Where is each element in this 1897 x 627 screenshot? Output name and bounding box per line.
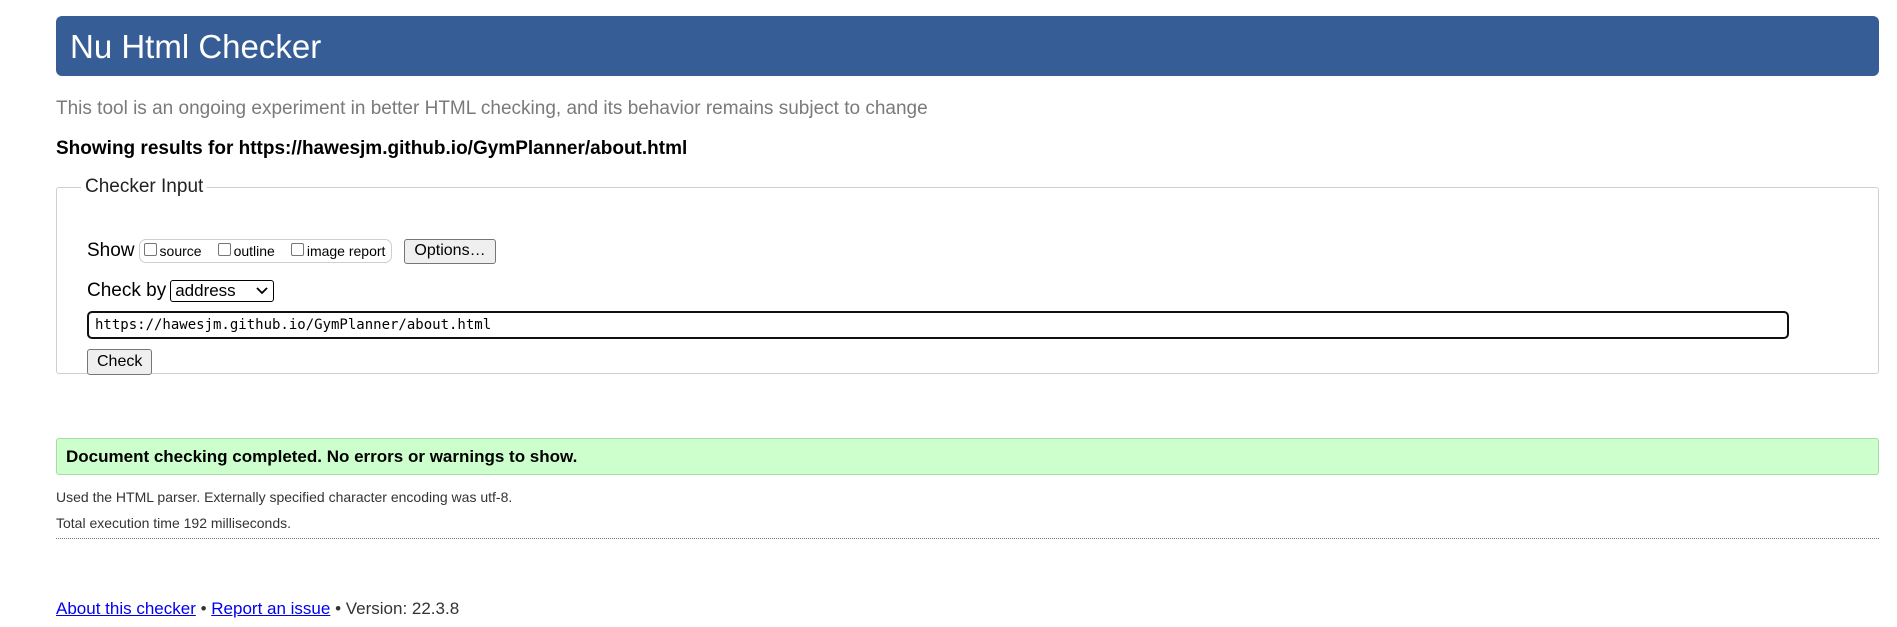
url-input-value: https://hawesjm.github.io/GymPlanner/abo… [95,317,492,333]
show-options-group: source outline image report [138,239,393,263]
execution-time: Total execution time 192 milliseconds. [56,515,292,531]
footer: About this checker • Report an issue • V… [56,599,459,619]
source-checkbox[interactable] [143,242,157,256]
about-checker-link[interactable]: About this checker [56,599,196,618]
report-issue-link[interactable]: Report an issue [211,599,330,618]
outline-checkbox-label: outline [233,243,275,259]
footer-separator: • [195,599,212,618]
check-by-selected-value: address [175,281,236,300]
success-message: Document checking completed. No errors o… [56,438,1879,475]
divider [56,538,1879,539]
results-heading: Showing results for https://hawesjm.gith… [56,138,688,159]
checker-input-legend: Checker Input [85,176,204,197]
result-details: Used the HTML parser. Externally specifi… [56,484,512,536]
show-outline-option[interactable]: outline [217,242,275,259]
check-by-select[interactable]: address [170,280,275,302]
header-bar: Nu Html Checker [56,16,1879,76]
outline-checkbox[interactable] [217,242,231,256]
parser-note: Used the HTML parser. Externally specifi… [56,489,513,505]
success-message-text: Document checking completed. No errors o… [66,446,578,466]
check-by-row: Check by address [87,279,275,303]
chevron-down-icon [256,287,268,295]
show-row: Show source outline image report Options… [87,236,496,266]
url-input[interactable]: https://hawesjm.github.io/GymPlanner/abo… [87,311,1789,339]
intro-text: This tool is an ongoing experiment in be… [56,98,928,119]
page: Nu Html Checker This tool is an ongoing … [0,0,1897,627]
image-report-checkbox-label: image report [306,243,386,259]
page-title: Nu Html Checker [70,27,322,65]
show-source-option[interactable]: source [143,242,202,259]
source-checkbox-label: source [159,243,202,259]
checker-input-fieldset: Checker Input Show source outline image … [56,176,1879,375]
check-button[interactable]: Check [87,349,153,375]
options-button[interactable]: Options… [404,238,496,264]
footer-version: • Version: 22.3.8 [330,599,460,618]
show-image-report-option[interactable]: image report [290,242,386,259]
check-by-label: Check by [87,280,167,301]
image-report-checkbox[interactable] [290,242,304,256]
show-label: Show [87,240,135,261]
